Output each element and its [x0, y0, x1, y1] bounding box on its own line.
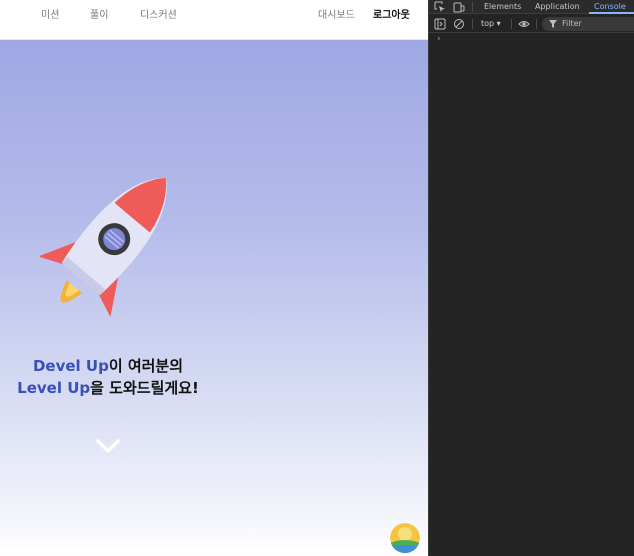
- slogan-text-2: 을 도와드릴게요!: [90, 379, 199, 397]
- inspect-icon[interactable]: [434, 1, 446, 13]
- slogan-text-1: 이 여러분의: [108, 357, 184, 375]
- toolbar-separator: [472, 19, 473, 29]
- filter-placeholder: Filter: [562, 19, 582, 28]
- devtools-tabbar: Elements Application Console: [429, 0, 634, 14]
- eye-icon[interactable]: [518, 18, 530, 30]
- logout-button[interactable]: 로그아웃: [373, 9, 410, 23]
- nav-solve[interactable]: 풀이: [90, 9, 108, 23]
- toolbar-separator: [536, 19, 537, 29]
- device-toolbar-icon[interactable]: [453, 1, 465, 13]
- tab-elements[interactable]: Elements: [484, 1, 521, 13]
- clear-console-icon[interactable]: [453, 18, 465, 30]
- sidebar-icon[interactable]: [434, 18, 446, 30]
- nav-mission[interactable]: 미션: [41, 9, 59, 23]
- console-toolbar: top ▾ Filter: [429, 15, 634, 33]
- tab-separator: [472, 2, 473, 12]
- hero-slogan: Devel Up이 여러분의 Level Up을 도와드릴게요!: [0, 355, 216, 399]
- active-tab-indicator: [589, 12, 634, 14]
- toolbar-separator: [511, 19, 512, 29]
- rocket-illustration: [40, 177, 167, 317]
- context-selector[interactable]: top ▾: [481, 18, 501, 30]
- chevron-down-icon[interactable]: [95, 436, 121, 456]
- slogan-accent-2: Level Up: [17, 379, 91, 397]
- filter-icon: [549, 20, 557, 28]
- context-label: top: [481, 19, 495, 28]
- slogan-accent-1: Devel Up: [32, 357, 109, 375]
- avatar[interactable]: [390, 523, 420, 553]
- filter-input[interactable]: Filter: [542, 17, 634, 31]
- top-navigation: 미션 풀이 디스커션 대시보드 로그아웃: [0, 0, 428, 40]
- page-viewport: 미션 풀이 디스커션 대시보드 로그아웃 Devel Up이 여러분의 Leve…: [0, 0, 428, 556]
- nav-discussion[interactable]: 디스커션: [140, 9, 177, 23]
- tab-application[interactable]: Application: [535, 1, 580, 13]
- console-prompt[interactable]: ›: [437, 34, 441, 44]
- devtools-panel: Elements Application Console top ▾ Filte…: [428, 0, 634, 556]
- nav-dashboard[interactable]: 대시보드: [318, 9, 355, 23]
